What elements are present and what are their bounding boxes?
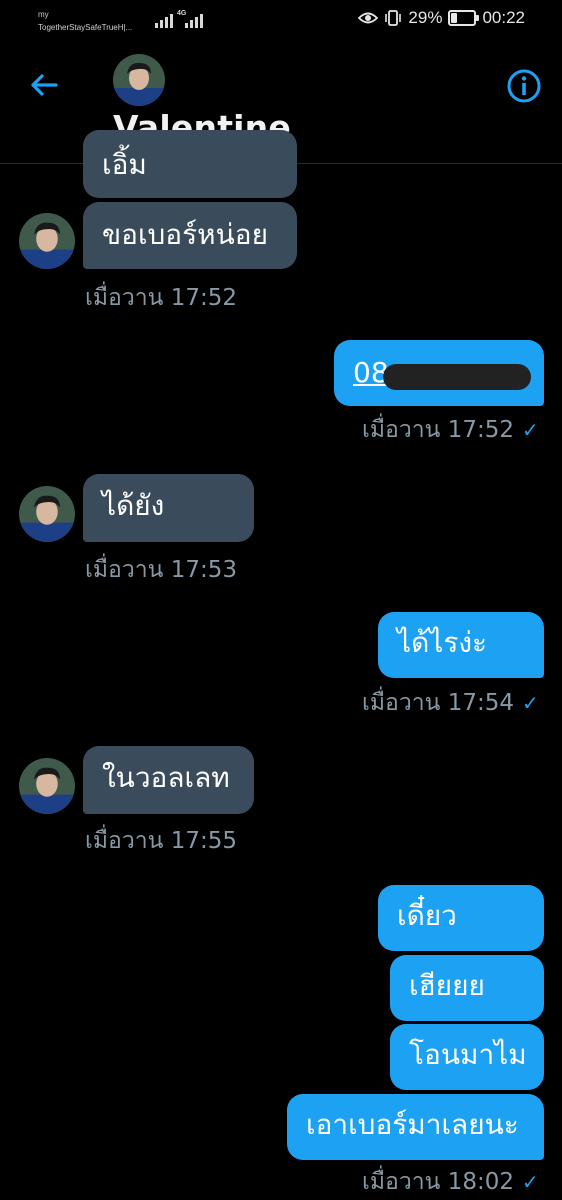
chat-screen: my TogetherStaySafeTrueH|... 4G 29% 00:2… <box>0 0 562 1200</box>
avatar[interactable] <box>19 486 75 542</box>
timestamp-text: เมื่อวาน 18:02 <box>362 1169 514 1195</box>
message-bubble-outgoing[interactable]: ได้ไรง่ะ <box>378 612 544 678</box>
avatar-image <box>19 758 75 814</box>
message-bubble-incoming[interactable]: ในวอลเลท <box>83 746 254 814</box>
battery-icon <box>448 10 480 26</box>
message-timestamp: เมื่อวาน 17:53 <box>85 552 237 588</box>
message-bubble-outgoing[interactable]: เอาเบอร์มาเลยนะ <box>287 1094 544 1160</box>
message-text: ขอเบอร์หน่อย <box>102 218 268 251</box>
message-bubble-outgoing[interactable]: เฮียยย <box>390 955 544 1021</box>
battery-level <box>451 13 458 23</box>
message-bubble-incoming[interactable]: เอิ้ม <box>83 130 297 198</box>
message-bubble-outgoing[interactable]: เดี๋ยว <box>378 885 544 951</box>
message-bubble-outgoing[interactable]: โอนมาไม <box>390 1024 544 1090</box>
checkmark-icon: ✓ <box>521 691 539 715</box>
checkmark-icon: ✓ <box>521 418 539 442</box>
signal-strength-icon <box>155 12 173 28</box>
signal-strength-2-icon <box>185 12 203 28</box>
avatar[interactable] <box>19 213 75 269</box>
message-bubble-incoming[interactable]: ได้ยัง <box>83 474 254 542</box>
avatar-image <box>113 54 165 106</box>
clock: 00:22 <box>482 8 525 27</box>
timestamp-text: เมื่อวาน 17:54 <box>362 690 514 716</box>
message-timestamp: เมื่อวาน 18:02 ✓ <box>362 1164 539 1200</box>
avatar[interactable] <box>113 54 165 106</box>
timestamp-text: เมื่อวาน 17:52 <box>362 417 514 443</box>
arrow-left-icon[interactable] <box>27 68 61 102</box>
status-right: 29% 00:22 <box>358 8 525 28</box>
carrier-line-1: my <box>38 10 49 19</box>
avatar-image <box>19 213 75 269</box>
timestamp-text: เมื่อวาน 17:52 <box>85 285 237 311</box>
message-text: เอาเบอร์มาเลยนะ <box>306 1108 519 1141</box>
timestamp-text: เมื่อวาน 17:53 <box>85 557 237 583</box>
message-text: ได้ไรง่ะ <box>397 626 488 659</box>
timestamp-text: เมื่อวาน 17:55 <box>85 828 237 854</box>
carrier-label: my TogetherStaySafeTrueH|... <box>38 8 132 34</box>
checkmark-icon: ✓ <box>521 1170 539 1194</box>
avatar-image <box>19 486 75 542</box>
redaction-mark <box>383 364 531 390</box>
message-timestamp: เมื่อวาน 17:55 <box>85 823 237 859</box>
info-icon[interactable] <box>506 68 542 104</box>
message-bubble-incoming[interactable]: ขอเบอร์หน่อย <box>83 202 297 269</box>
eye-icon <box>358 12 379 24</box>
message-text: ในวอลเลท <box>102 761 230 794</box>
message-text: โอนมาไม <box>409 1038 527 1071</box>
message-text: เอิ้ม <box>102 148 147 181</box>
carrier-line-2: TogetherStaySafeTrueH|... <box>38 23 133 32</box>
message-timestamp: เมื่อวาน 17:52 ✓ <box>362 412 539 448</box>
message-timestamp: เมื่อวาน 17:54 ✓ <box>362 685 539 721</box>
message-text: เดี๋ยว <box>397 899 457 932</box>
avatar[interactable] <box>19 758 75 814</box>
message-timestamp: เมื่อวาน 17:52 <box>85 280 237 316</box>
status-bar: my TogetherStaySafeTrueH|... 4G 29% 00:2… <box>0 0 562 42</box>
message-text: เฮียยย <box>409 969 485 1002</box>
vibrate-icon <box>385 10 402 26</box>
battery-percent: 29% <box>408 8 443 27</box>
message-text: ได้ยัง <box>102 489 165 522</box>
